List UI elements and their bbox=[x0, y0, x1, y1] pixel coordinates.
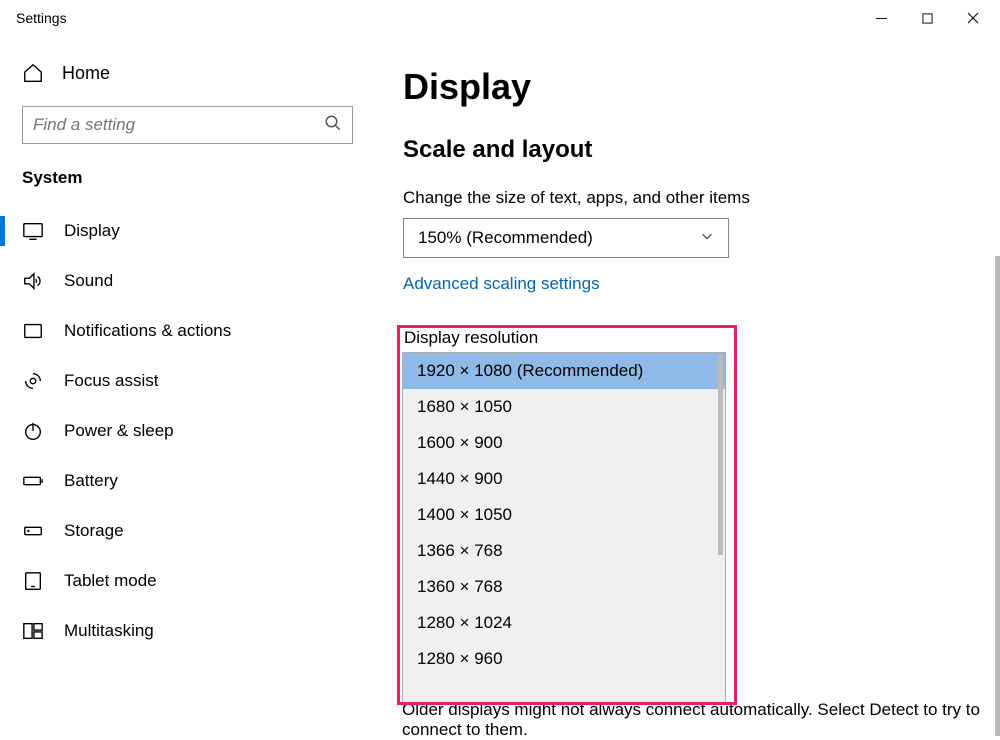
storage-icon bbox=[22, 520, 44, 542]
scale-section-title: Scale and layout bbox=[403, 136, 972, 164]
sidebar-item-label: Battery bbox=[64, 471, 118, 491]
close-button[interactable] bbox=[950, 2, 996, 34]
search-icon bbox=[324, 114, 342, 137]
sidebar-item-multitasking[interactable]: Multitasking bbox=[0, 606, 375, 656]
page-title: Display bbox=[403, 66, 972, 108]
scale-field-label: Change the size of text, apps, and other… bbox=[403, 188, 972, 208]
minimize-button[interactable] bbox=[858, 2, 904, 34]
resolution-label: Display resolution bbox=[402, 328, 732, 352]
resolution-option[interactable]: 1366 × 768 bbox=[403, 533, 725, 569]
multitasking-icon bbox=[22, 620, 44, 642]
window-title: Settings bbox=[16, 10, 67, 26]
resolution-option[interactable]: 1600 × 900 bbox=[403, 425, 725, 461]
display-icon bbox=[22, 220, 44, 242]
resolution-dropdown-list[interactable]: 1920 × 1080 (Recommended)1680 × 10501600… bbox=[402, 352, 726, 704]
scale-dropdown[interactable]: 150% (Recommended) bbox=[403, 218, 729, 258]
home-icon bbox=[22, 62, 44, 84]
maximize-button[interactable] bbox=[904, 2, 950, 34]
tablet-icon bbox=[22, 570, 44, 592]
sidebar-item-label: Tablet mode bbox=[64, 571, 157, 591]
scale-dropdown-value: 150% (Recommended) bbox=[418, 228, 593, 248]
resolution-option[interactable]: 1400 × 1050 bbox=[403, 497, 725, 533]
sidebar-item-battery[interactable]: Battery bbox=[0, 456, 375, 506]
detect-hint-text: Older displays might not always connect … bbox=[402, 700, 982, 740]
sidebar-item-storage[interactable]: Storage bbox=[0, 506, 375, 556]
sidebar-item-label: Power & sleep bbox=[64, 421, 174, 441]
sidebar: Home System Display Sound Notifications & … bbox=[0, 36, 375, 734]
sidebar-item-power-sleep[interactable]: Power & sleep bbox=[0, 406, 375, 456]
resolution-option[interactable]: 1680 × 1050 bbox=[403, 389, 725, 425]
sidebar-item-label: Storage bbox=[64, 521, 124, 541]
notifications-icon bbox=[22, 320, 44, 342]
resolution-option[interactable]: 1920 × 1080 (Recommended) bbox=[403, 353, 725, 389]
resolution-option[interactable]: 1280 × 1024 bbox=[403, 605, 725, 641]
search-box[interactable] bbox=[22, 106, 353, 144]
sidebar-item-label: Sound bbox=[64, 271, 113, 291]
window-controls bbox=[858, 2, 996, 34]
sidebar-home-label: Home bbox=[62, 63, 110, 84]
sidebar-item-label: Notifications & actions bbox=[64, 321, 231, 341]
chevron-down-icon bbox=[700, 228, 714, 248]
sidebar-section-label: System bbox=[0, 164, 375, 206]
sidebar-item-focus-assist[interactable]: Focus assist bbox=[0, 356, 375, 406]
power-icon bbox=[22, 420, 44, 442]
search-input[interactable] bbox=[33, 115, 324, 135]
sidebar-item-notifications-actions[interactable]: Notifications & actions bbox=[0, 306, 375, 356]
dropdown-scrollbar[interactable] bbox=[718, 355, 723, 555]
main-scrollbar[interactable] bbox=[995, 256, 1000, 736]
sidebar-item-tablet-mode[interactable]: Tablet mode bbox=[0, 556, 375, 606]
sound-icon bbox=[22, 270, 44, 292]
sidebar-item-display[interactable]: Display bbox=[0, 206, 375, 256]
resolution-option[interactable]: 1280 × 960 bbox=[403, 641, 725, 677]
sidebar-item-label: Focus assist bbox=[64, 371, 158, 391]
sidebar-item-sound[interactable]: Sound bbox=[0, 256, 375, 306]
resolution-option[interactable]: 1440 × 900 bbox=[403, 461, 725, 497]
advanced-scaling-link[interactable]: Advanced scaling settings bbox=[403, 274, 600, 294]
resolution-option[interactable]: 1360 × 768 bbox=[403, 569, 725, 605]
focus-assist-icon bbox=[22, 370, 44, 392]
titlebar: Settings bbox=[0, 0, 1000, 36]
sidebar-home[interactable]: Home bbox=[0, 52, 375, 94]
sidebar-item-label: Display bbox=[64, 221, 120, 241]
battery-icon bbox=[22, 470, 44, 492]
sidebar-item-label: Multitasking bbox=[64, 621, 154, 641]
